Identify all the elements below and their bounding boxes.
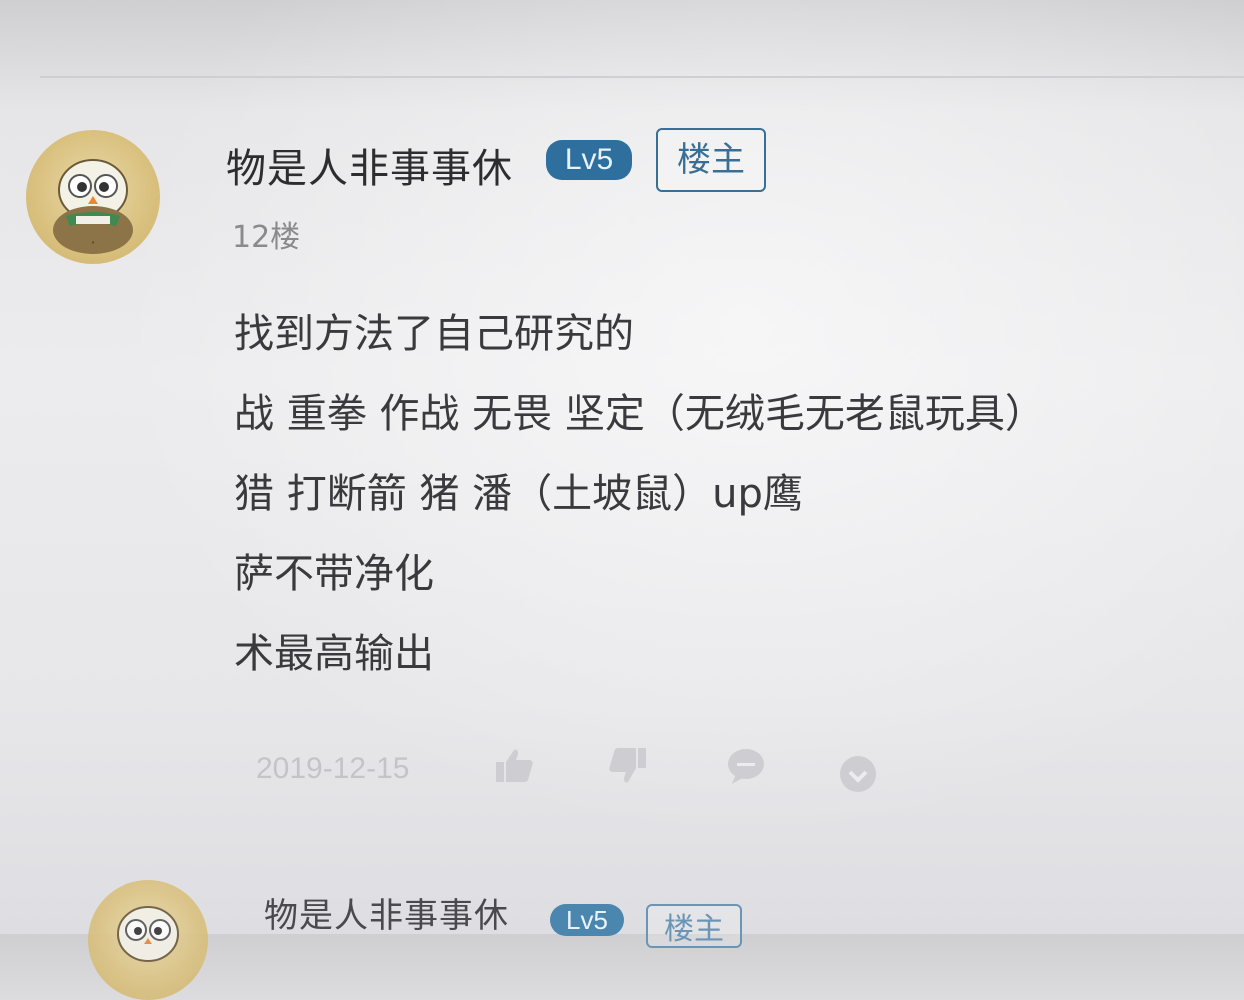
owner-badge: 楼主 xyxy=(656,128,766,192)
thumbs-up-icon[interactable] xyxy=(492,744,536,788)
content-line: 猎 打断箭 猪 潘（土坡鼠）up鹰 xyxy=(234,471,803,517)
post-meta: 2019-12-15 xyxy=(256,738,956,798)
thumbs-down-icon[interactable] xyxy=(606,744,650,788)
post-date: 2019-12-15 xyxy=(256,752,410,785)
owner-badge: 楼主 xyxy=(646,904,742,948)
username[interactable]: 物是人非事事休 xyxy=(264,888,509,937)
level-badge: Lv5 xyxy=(550,904,624,936)
level-badge: Lv5 xyxy=(546,140,632,180)
content-line: 术最高输出 xyxy=(234,631,434,677)
comment-icon[interactable] xyxy=(724,744,768,788)
username[interactable]: 物是人非事事休 xyxy=(226,136,513,194)
owl-avatar-icon: · xyxy=(53,159,133,254)
post-divider xyxy=(40,76,1244,78)
avatar[interactable]: · xyxy=(26,130,160,264)
more-icon[interactable] xyxy=(836,752,880,796)
svg-text:·: · xyxy=(90,233,95,252)
floor-number: 12楼 xyxy=(232,220,301,255)
content-line: 萨不带净化 xyxy=(234,551,434,597)
avatar[interactable] xyxy=(88,880,208,1000)
content-line: 找到方法了自己研究的 xyxy=(234,311,634,357)
post-content: 找到方法了自己研究的 战 重拳 作战 无畏 坚定（无绒毛无老鼠玩具） 猎 打断箭… xyxy=(234,294,1234,694)
owl-avatar-icon xyxy=(117,906,179,962)
content-line: 战 重拳 作战 无畏 坚定（无绒毛无老鼠玩具） xyxy=(234,391,1045,437)
